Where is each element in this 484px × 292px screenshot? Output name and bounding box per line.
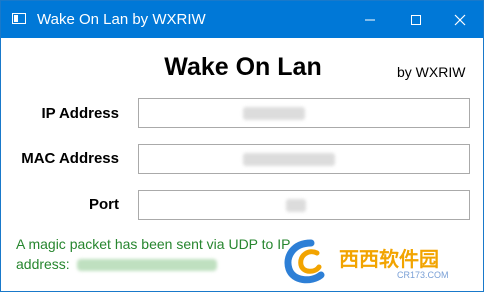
swirl-logo-icon [284,239,325,284]
port-field[interactable] [138,190,470,220]
status-line-2-wrap: address: [16,254,316,274]
status-message: A magic packet has been sent via UDP to … [16,234,316,274]
status-line-1: A magic packet has been sent via UDP to … [16,236,291,252]
port-value-redacted [286,199,306,212]
ip-address-value-redacted [243,107,305,120]
close-button[interactable] [437,1,483,38]
page-title: Wake On Lan [164,53,322,81]
maximize-button[interactable] [393,1,439,38]
status-line-2: address: [16,256,74,272]
minimize-icon [365,19,375,20]
app-window-icon [12,13,26,24]
watermark-logo: 西西软件园 CR173.COM [281,237,477,285]
port-label: Port [89,196,119,213]
watermark-url: CR173.COM [397,270,449,280]
minimize-button[interactable] [347,1,393,38]
close-icon [454,14,466,25]
watermark-title: 西西软件园 [339,249,439,271]
author-byline: by WXRIW [397,64,466,80]
mac-address-field[interactable] [138,144,470,174]
ip-address-field[interactable] [138,98,470,128]
maximize-icon [411,14,421,25]
window-title: Wake On Lan by WXRIW [37,11,206,28]
title-bar[interactable]: Wake On Lan by WXRIW [1,1,483,38]
ip-address-label: IP Address [41,105,119,122]
mac-address-label: MAC Address [21,150,119,167]
app-window: Wake On Lan by WXRIW Wake On Lan by WXRI… [0,0,484,292]
mac-address-value-redacted [243,153,335,166]
status-address-redacted [76,259,217,272]
